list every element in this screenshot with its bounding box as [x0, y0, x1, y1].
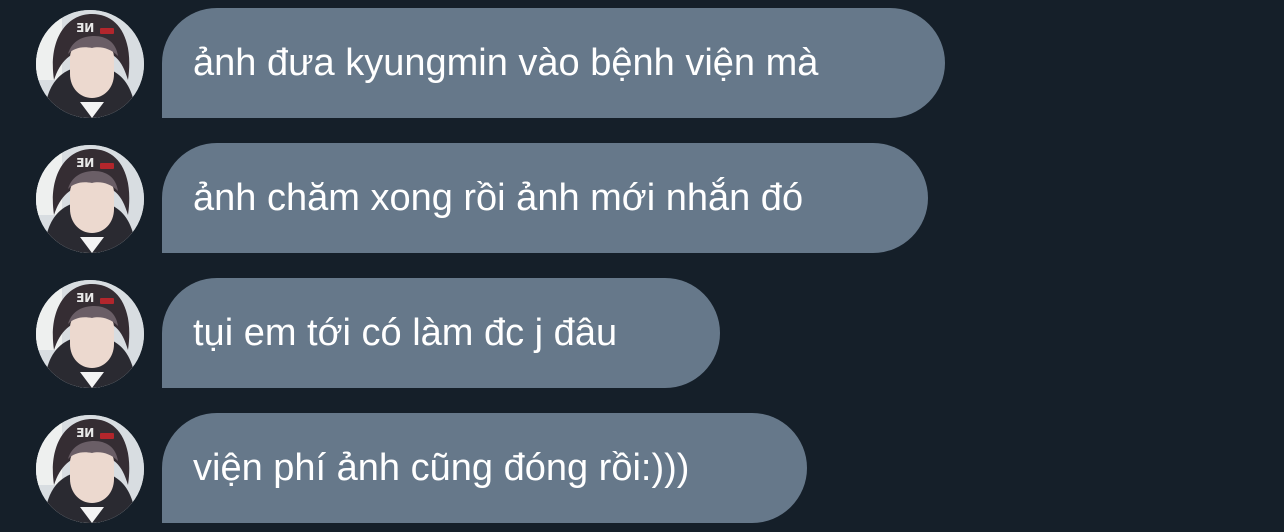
message-thread: ƎИ ảnh đưa kyungmin vào bệnh viện mà ƎИ …: [0, 0, 1284, 532]
avatar-icon[interactable]: ƎИ: [36, 280, 144, 388]
message-text: viện phí ảnh cũng đóng rồi:))): [193, 447, 690, 489]
avatar-icon[interactable]: ƎИ: [36, 415, 144, 523]
svg-text:ƎИ: ƎИ: [76, 291, 94, 305]
message-text: ảnh đưa kyungmin vào bệnh viện mà: [193, 42, 819, 84]
message-row: ƎИ tụi em tới có làm đc j đâu: [0, 278, 1284, 388]
message-bubble[interactable]: ảnh đưa kyungmin vào bệnh viện mà: [162, 8, 945, 118]
message-row: ƎИ viện phí ảnh cũng đóng rồi:))): [0, 413, 1284, 523]
svg-text:ƎИ: ƎИ: [76, 21, 94, 35]
message-row: ƎИ ảnh chăm xong rồi ảnh mới nhắn đó: [0, 143, 1284, 253]
avatar-icon[interactable]: ƎИ: [36, 10, 144, 118]
svg-text:ƎИ: ƎИ: [76, 426, 94, 440]
svg-text:ƎИ: ƎИ: [76, 156, 94, 170]
message-bubble[interactable]: tụi em tới có làm đc j đâu: [162, 278, 720, 388]
message-text: tụi em tới có làm đc j đâu: [193, 312, 618, 354]
message-row: ƎИ ảnh đưa kyungmin vào bệnh viện mà: [0, 8, 1284, 118]
message-text: ảnh chăm xong rồi ảnh mới nhắn đó: [193, 177, 804, 219]
avatar-icon[interactable]: ƎИ: [36, 145, 144, 253]
message-bubble[interactable]: ảnh chăm xong rồi ảnh mới nhắn đó: [162, 143, 928, 253]
message-bubble[interactable]: viện phí ảnh cũng đóng rồi:))): [162, 413, 807, 523]
